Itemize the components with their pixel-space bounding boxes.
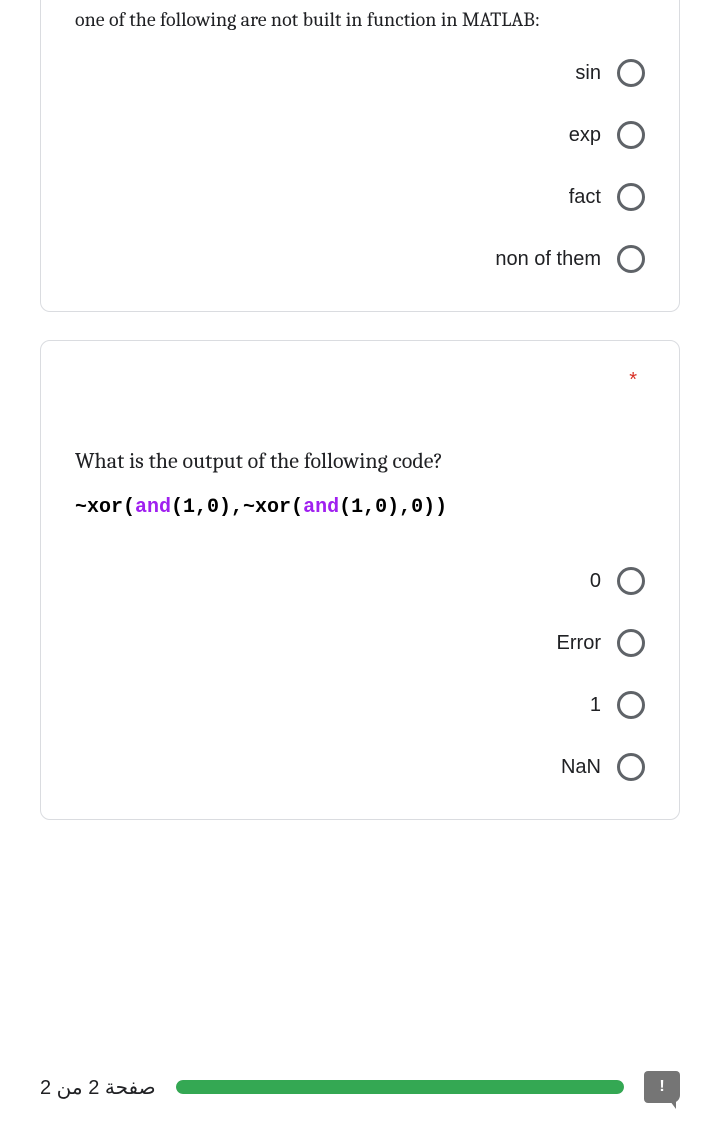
report-button[interactable]: !	[644, 1071, 680, 1103]
radio-icon	[617, 121, 645, 149]
radio-icon	[617, 245, 645, 273]
radio-icon	[617, 691, 645, 719]
option-sin[interactable]: sin	[575, 59, 645, 87]
code-keyword: and	[135, 496, 171, 519]
code-block: ~xor(and(1,0),~xor(and(1,0),0))	[75, 496, 645, 519]
option-1[interactable]: 1	[590, 691, 645, 719]
question-1-options: sin exp fact non of them	[75, 59, 645, 273]
radio-icon	[617, 183, 645, 211]
option-error[interactable]: Error	[557, 629, 645, 657]
option-none[interactable]: non of them	[495, 245, 645, 273]
option-fact[interactable]: fact	[569, 183, 645, 211]
option-label: 1	[590, 694, 601, 717]
page-indicator: صفحة 2 من 2	[40, 1075, 156, 1100]
option-label: NaN	[561, 756, 601, 779]
option-label: sin	[575, 62, 601, 85]
option-0[interactable]: 0	[590, 567, 645, 595]
option-label: exp	[569, 124, 601, 147]
question-2-title: What is the output of the following code…	[75, 448, 645, 474]
option-exp[interactable]: exp	[569, 121, 645, 149]
form-footer: صفحة 2 من 2 !	[40, 1071, 680, 1103]
code-keyword: and	[303, 496, 339, 519]
option-label: fact	[569, 186, 601, 209]
option-label: 0	[590, 570, 601, 593]
code-text: ~xor(	[75, 496, 135, 519]
radio-icon	[617, 59, 645, 87]
radio-icon	[617, 567, 645, 595]
option-nan[interactable]: NaN	[561, 753, 645, 781]
question-1-card: one of the following are not built in fu…	[40, 0, 680, 312]
question-2-card: * What is the output of the following co…	[40, 340, 680, 820]
progress-bar	[176, 1080, 624, 1094]
radio-icon	[617, 629, 645, 657]
question-1-title: one of the following are not built in fu…	[75, 8, 645, 31]
code-text: (1,0),0))	[339, 496, 447, 519]
option-label: Error	[557, 632, 601, 655]
exclamation-icon: !	[659, 1078, 664, 1096]
required-mark: *	[75, 369, 645, 392]
code-text: (1,0),~xor(	[171, 496, 303, 519]
progress-fill	[176, 1080, 624, 1094]
radio-icon	[617, 753, 645, 781]
question-2-options: 0 Error 1 NaN	[75, 567, 645, 781]
option-label: non of them	[495, 248, 601, 271]
